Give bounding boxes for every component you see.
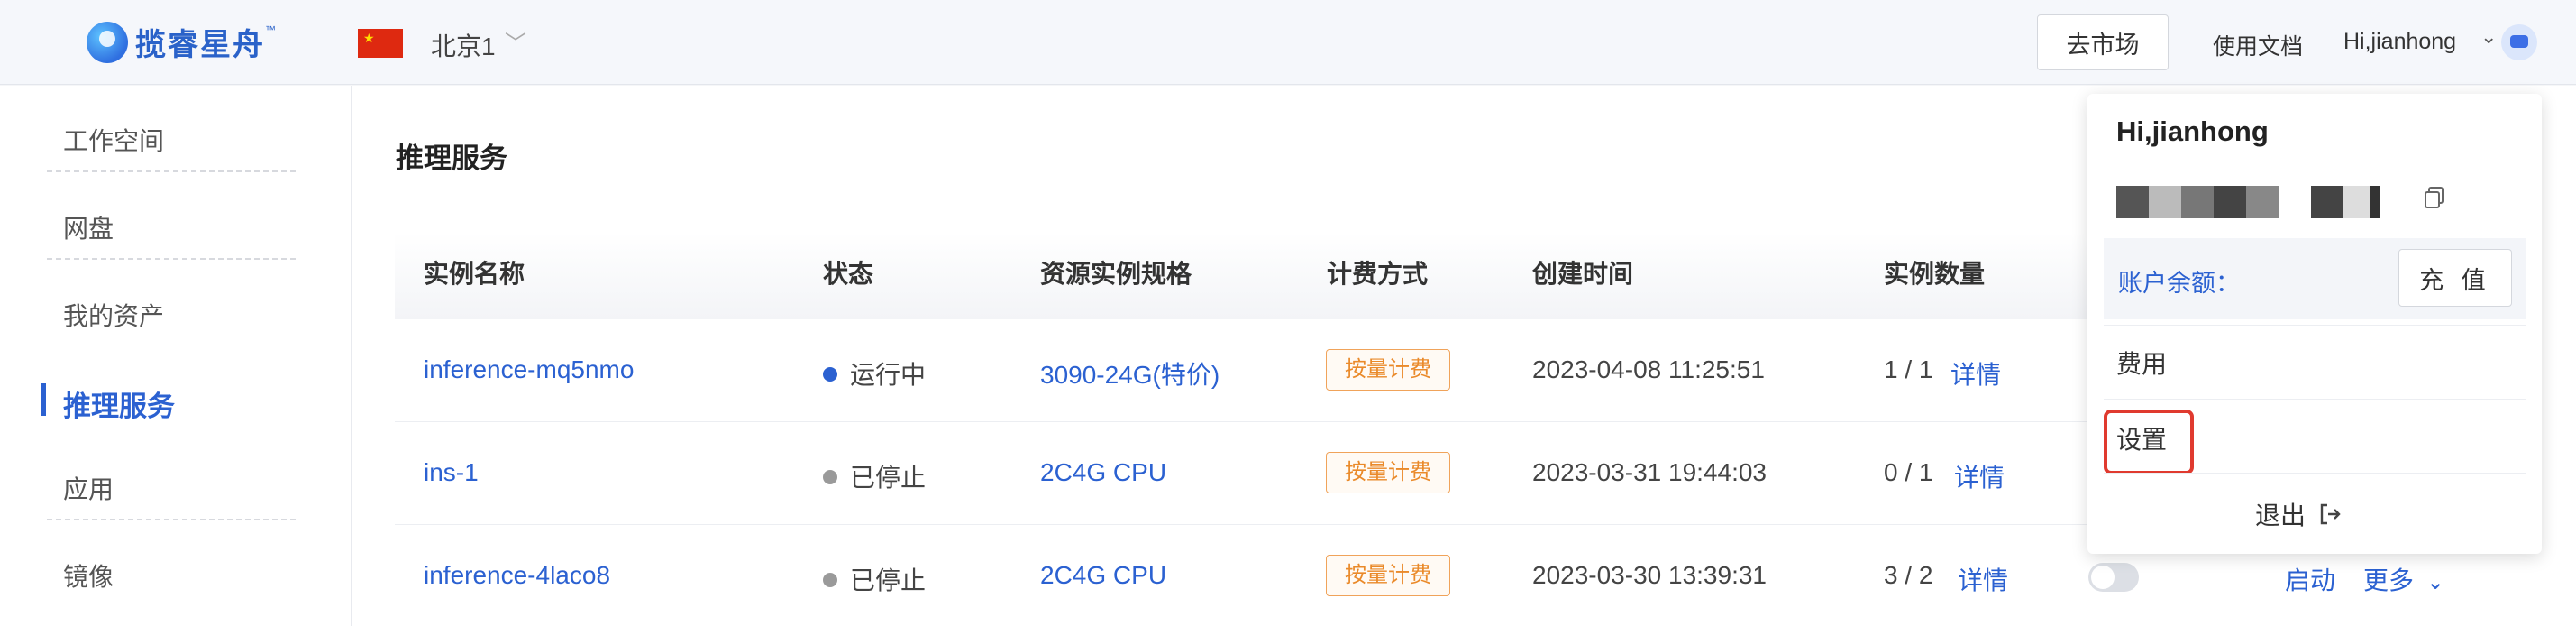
app-root: 揽睿星舟 ™ ★ 北京1 ﹀ 去市场 使用文档 Hi,jianhong ⌄ 工作… bbox=[0, 0, 2576, 626]
sidebar-item-workspace[interactable]: 工作空间 bbox=[47, 86, 296, 172]
detail-link[interactable]: 详情 bbox=[1958, 561, 2008, 597]
instance-name-link[interactable]: inference-mq5nmo bbox=[424, 355, 634, 384]
sidebar-item-label: 我的资产 bbox=[63, 302, 165, 330]
column-header: 实例名称 bbox=[424, 260, 525, 288]
divider bbox=[2104, 399, 2526, 400]
spec-link[interactable]: 2C4G CPU bbox=[1040, 561, 1166, 590]
status-cell: 已停止 bbox=[823, 561, 926, 597]
billing-tag: 按量计费 bbox=[1326, 555, 1450, 596]
sidebar-item-inference[interactable]: 推理服务 bbox=[41, 347, 296, 434]
sidebar-item-label: 工作空间 bbox=[63, 127, 165, 155]
logo-text: 揽睿星舟 bbox=[135, 28, 265, 62]
billing-tag: 按量计费 bbox=[1326, 452, 1450, 493]
logout-icon bbox=[2320, 503, 2341, 525]
status-text: 已停止 bbox=[850, 566, 927, 594]
start-link[interactable]: 启动 bbox=[2285, 561, 2335, 597]
page-title: 推理服务 bbox=[396, 143, 507, 174]
logout-label: 退出 bbox=[2255, 502, 2307, 529]
sidebar-item-label: 网盘 bbox=[63, 215, 114, 243]
menu-item-billing[interactable]: 费用 bbox=[2116, 345, 2167, 381]
detail-link[interactable]: 详情 bbox=[1950, 355, 2001, 391]
china-flag-icon: ★ bbox=[358, 29, 403, 58]
status-cell: 已停止 bbox=[823, 458, 926, 494]
column-header: 状态 bbox=[823, 260, 874, 288]
billing-tag: 按量计费 bbox=[1326, 349, 1450, 391]
region-selector[interactable]: 北京1 bbox=[431, 27, 496, 63]
status-dot-icon bbox=[823, 469, 837, 484]
created-time: 2023-03-30 13:39:31 bbox=[1532, 561, 1767, 589]
spec-link[interactable]: 2C4G CPU bbox=[1040, 458, 1166, 487]
docs-link[interactable]: 使用文档 bbox=[2213, 29, 2303, 61]
logo[interactable]: 揽睿星舟 ™ bbox=[87, 20, 276, 64]
recharge-button[interactable]: 充 值 bbox=[2398, 249, 2512, 307]
more-label: 更多 bbox=[2363, 566, 2415, 594]
instance-count: 1 / 1 bbox=[1884, 355, 1933, 383]
avatar[interactable] bbox=[2501, 24, 2537, 60]
column-header: 实例数量 bbox=[1884, 260, 1986, 288]
sidebar-item-images[interactable]: 镜像 bbox=[47, 521, 296, 608]
status-text: 已停止 bbox=[850, 464, 927, 492]
status-cell: 运行中 bbox=[823, 355, 926, 391]
balance-label: 账户余额： bbox=[2118, 270, 2240, 297]
user-menu-panel: Hi,jianhong 账户余额： 充 值 费用 设置 退出 bbox=[2087, 94, 2542, 554]
divider bbox=[2104, 473, 2526, 474]
autostart-toggle[interactable] bbox=[2088, 563, 2139, 592]
status-text: 运行中 bbox=[850, 361, 927, 389]
go-market-button[interactable]: 去市场 bbox=[2037, 14, 2169, 70]
settings-highlight-box bbox=[2104, 410, 2194, 474]
instance-name-link[interactable]: inference-4laco8 bbox=[424, 561, 610, 590]
spec-link[interactable]: 3090-24G(特价) bbox=[1040, 355, 1219, 391]
sidebar-item-apps[interactable]: 应用 bbox=[47, 434, 296, 520]
column-header: 创建时间 bbox=[1532, 260, 1634, 288]
column-header: 资源实例规格 bbox=[1040, 260, 1192, 288]
user-name: Hi,jianhong bbox=[2116, 115, 2269, 147]
created-time: 2023-03-31 19:44:03 bbox=[1532, 458, 1767, 486]
logo-mark-icon bbox=[87, 21, 128, 63]
detail-link[interactable]: 详情 bbox=[1954, 458, 2005, 494]
sidebar: 工作空间 网盘 我的资产 推理服务 应用 镜像 bbox=[0, 86, 352, 626]
chevron-down-icon: ⌄ bbox=[2426, 570, 2445, 594]
sidebar-item-label: 应用 bbox=[63, 475, 114, 503]
chevron-down-icon[interactable]: ⌄ bbox=[2480, 25, 2497, 49]
column-header: 计费方式 bbox=[1327, 260, 1429, 288]
sidebar-item-netdisk[interactable]: 网盘 bbox=[47, 173, 296, 260]
more-link[interactable]: 更多 ⌄ bbox=[2363, 561, 2444, 597]
copy-icon[interactable] bbox=[2421, 184, 2448, 211]
top-header: 揽睿星舟 ™ ★ 北京1 ﹀ 去市场 使用文档 Hi,jianhong ⌄ bbox=[0, 0, 2576, 85]
sidebar-item-label: 镜像 bbox=[63, 563, 114, 591]
user-menu-trigger[interactable]: Hi,jianhong bbox=[2343, 29, 2456, 55]
instance-name-link[interactable]: ins-1 bbox=[424, 458, 479, 487]
sidebar-item-assets[interactable]: 我的资产 bbox=[47, 261, 296, 347]
status-dot-icon bbox=[823, 572, 837, 587]
status-dot-icon bbox=[823, 366, 837, 382]
logout-button[interactable]: 退出 bbox=[2255, 496, 2343, 532]
created-time: 2023-04-08 11:25:51 bbox=[1532, 355, 1765, 383]
chevron-down-icon[interactable]: ﹀ bbox=[505, 25, 526, 57]
sidebar-item-label: 推理服务 bbox=[63, 391, 175, 422]
instance-count: 3 / 2 bbox=[1884, 561, 1933, 589]
instance-count: 0 / 1 bbox=[1884, 458, 1933, 486]
divider bbox=[2104, 325, 2526, 326]
logo-trademark: ™ bbox=[265, 23, 276, 36]
